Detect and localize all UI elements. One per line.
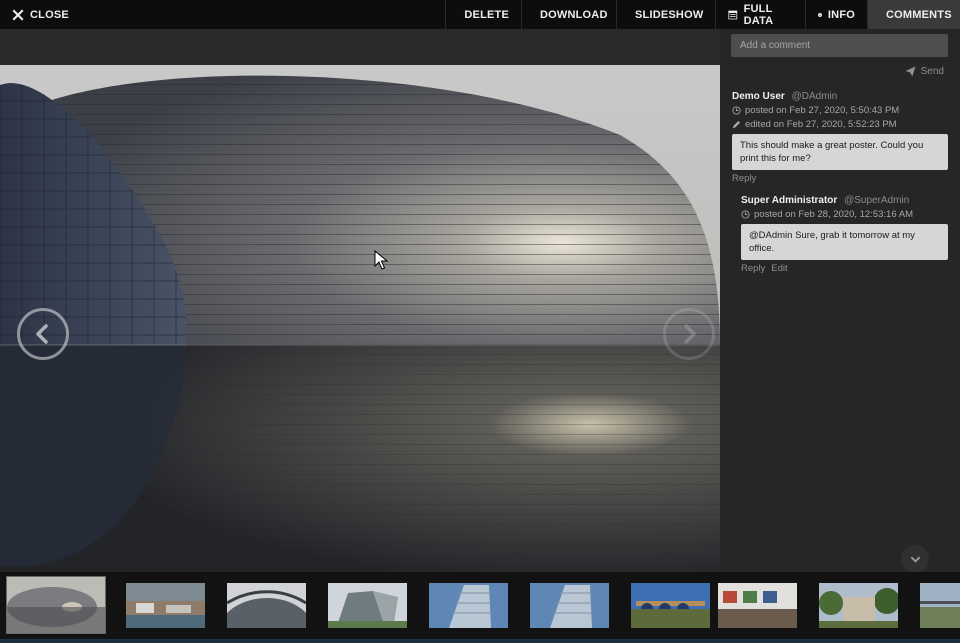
slideshow-button[interactable]: SLIDESHOW: [616, 0, 715, 29]
thumbnail-modern-building[interactable]: [328, 583, 407, 628]
delete-label: DELETE: [464, 8, 509, 21]
table-icon: [728, 10, 738, 19]
comments-panel: Send Demo User @DAdmin posted on Feb 27,…: [720, 29, 960, 572]
chevron-right-icon: [684, 324, 696, 344]
chevron-left-icon: [36, 324, 48, 344]
thumbnail-tower-block[interactable]: [429, 583, 508, 628]
scroll-down-button[interactable]: [901, 545, 929, 572]
filmstrip-track: [0, 639, 960, 643]
comment-handle: @SuperAdmin: [844, 195, 910, 206]
close-label: CLOSE: [30, 8, 69, 21]
info-button[interactable]: INFO: [805, 0, 867, 29]
comment-posted: posted on Feb 27, 2020, 5:50:43 PM: [745, 105, 900, 116]
comment-handle: @DAdmin: [791, 91, 838, 102]
comment-edited: edited on Feb 27, 2020, 5:52:23 PM: [745, 119, 897, 130]
thumbnail-house-trees[interactable]: [819, 583, 898, 628]
comment-text: This should make a great poster. Could y…: [732, 134, 948, 170]
send-label: Send: [920, 66, 944, 77]
edit-link[interactable]: Edit: [771, 263, 787, 274]
reply-link[interactable]: Reply: [732, 173, 756, 184]
send-button[interactable]: Send: [905, 66, 944, 77]
comment-item: Super Administrator @SuperAdmin posted o…: [741, 195, 948, 274]
clock-icon: [741, 210, 750, 219]
delete-button[interactable]: DELETE: [445, 0, 521, 29]
info-label: INFO: [827, 8, 855, 21]
comment-author: Super Administrator: [741, 195, 838, 206]
lightbox-toolbar: CLOSE DELETE DOWNLOAD SLIDESHOW FULL DAT…: [0, 0, 960, 30]
comment-item: Demo User @DAdmin posted on Feb 27, 2020…: [732, 91, 948, 184]
full-data-label: FULL DATA: [743, 2, 774, 27]
thumbnail-tower-block[interactable]: [530, 583, 609, 628]
paper-plane-icon: [905, 66, 916, 77]
reply-link[interactable]: Reply: [741, 263, 765, 274]
comments-label: COMMENTS: [886, 8, 952, 21]
thumbnail-dome[interactable]: [6, 576, 106, 634]
comment-author: Demo User: [732, 91, 785, 102]
thumbnail-curved-architecture[interactable]: [227, 583, 306, 628]
clock-icon: [732, 106, 741, 115]
thumbnail-filmstrip: [0, 572, 960, 643]
full-data-button[interactable]: FULL DATA: [715, 0, 805, 29]
image-viewer[interactable]: [0, 29, 720, 572]
info-icon: [818, 12, 822, 17]
comment-posted: posted on Feb 28, 2020, 12:53:16 AM: [754, 209, 913, 220]
close-icon: [12, 9, 24, 20]
pencil-icon: [732, 120, 741, 129]
thumbnail-harbor[interactable]: [126, 583, 205, 628]
thumbnail-arch-bridge[interactable]: [631, 583, 710, 628]
chevron-down-icon: [910, 556, 920, 563]
comment-text: @DAdmin Sure, grab it tomorrow at my off…: [741, 224, 948, 260]
thumbnail-bridge-landscape[interactable]: [920, 583, 960, 628]
close-button[interactable]: CLOSE: [0, 0, 81, 29]
download-label: DOWNLOAD: [540, 8, 608, 21]
slideshow-label: SLIDESHOW: [635, 8, 704, 21]
previous-image-button[interactable]: [17, 308, 69, 360]
comments-tab-button[interactable]: COMMENTS: [867, 0, 960, 29]
main-photo: [0, 65, 720, 572]
mouse-cursor-icon: [374, 250, 388, 270]
thumbnail-office-interior[interactable]: [718, 583, 797, 628]
next-image-button[interactable]: [663, 308, 715, 360]
download-button[interactable]: DOWNLOAD: [521, 0, 616, 29]
comment-input[interactable]: [731, 34, 948, 57]
